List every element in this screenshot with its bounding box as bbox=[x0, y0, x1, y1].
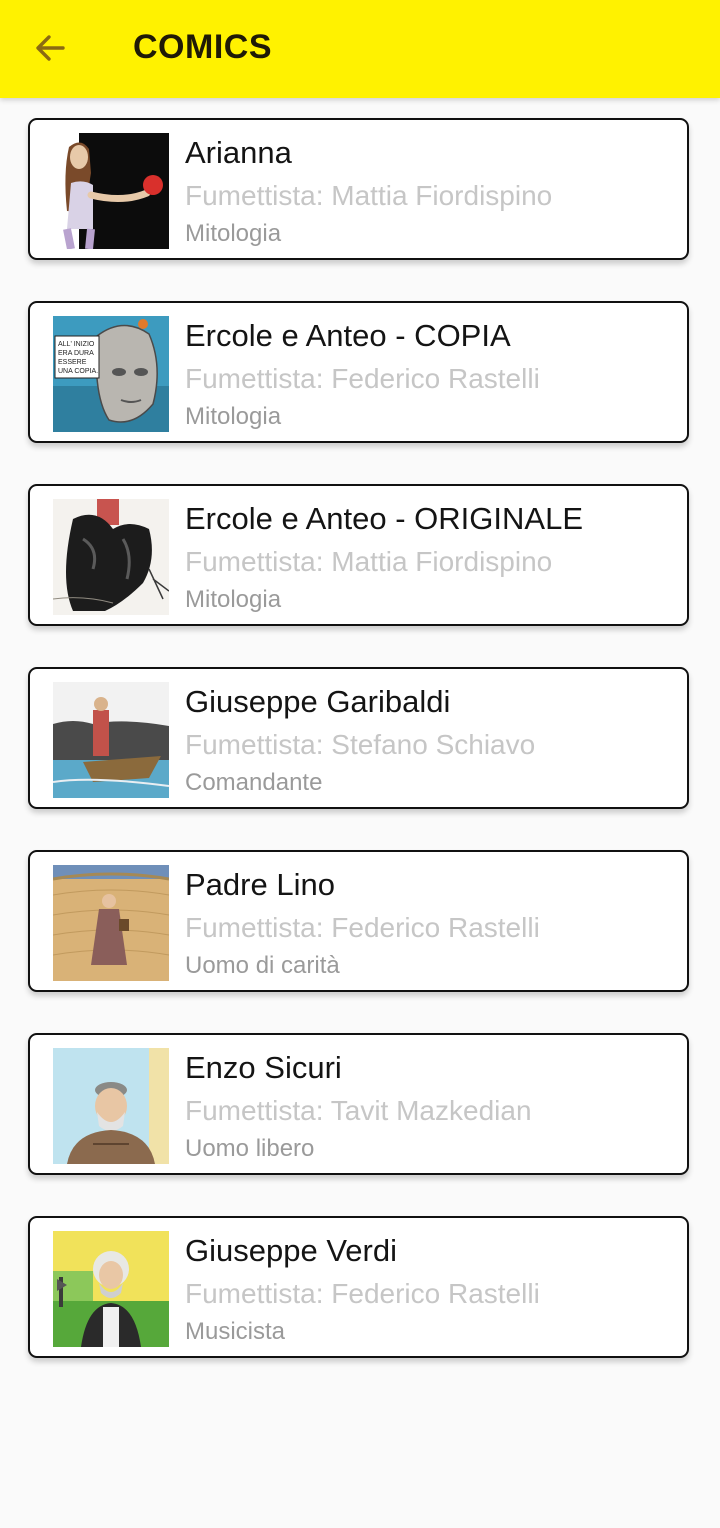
comic-thumbnail: ALL' INIZIO ERA DURA ESSERE UNA COPIA. bbox=[53, 316, 169, 432]
comic-title: Ercole e Anteo - ORIGINALE bbox=[185, 501, 584, 536]
comic-category: Musicista bbox=[185, 1318, 286, 1345]
comic-thumbnail bbox=[53, 133, 169, 249]
comic-thumbnail bbox=[53, 499, 169, 615]
comic-card[interactable]: Giuseppe Garibaldi Fumettista: Stefano S… bbox=[28, 667, 689, 809]
comic-title: Ercole e Anteo - COPIA bbox=[185, 318, 511, 353]
comic-thumbnail bbox=[53, 682, 169, 798]
page-title: COMICS bbox=[133, 28, 272, 66]
comic-author: Fumettista: Mattia Fiordispino bbox=[185, 546, 553, 577]
comic-author: Fumettista: Mattia Fiordispino bbox=[185, 180, 553, 211]
comic-title: Giuseppe Verdi bbox=[185, 1233, 397, 1268]
comic-author: Fumettista: Federico Rastelli bbox=[185, 363, 540, 394]
arrow-left-icon bbox=[36, 35, 65, 61]
back-button[interactable] bbox=[22, 22, 78, 74]
comic-title: Enzo Sicuri bbox=[185, 1050, 342, 1085]
comic-thumbnail bbox=[53, 1231, 169, 1347]
comic-category: Uomo di carità bbox=[185, 952, 340, 979]
comic-author: Fumettista: Tavit Mazkedian bbox=[185, 1095, 532, 1126]
comic-card[interactable]: Giuseppe Verdi Fumettista: Federico Rast… bbox=[28, 1216, 689, 1358]
speech-bubble-line: ESSERE bbox=[58, 359, 87, 366]
comic-title: Giuseppe Garibaldi bbox=[185, 684, 451, 719]
comic-title: Arianna bbox=[185, 135, 292, 170]
comic-card[interactable]: Arianna Fumettista: Mattia Fiordispino M… bbox=[28, 118, 689, 260]
speech-bubble-line: ALL' INIZIO bbox=[58, 341, 95, 348]
comic-card[interactable]: ALL' INIZIO ERA DURA ESSERE UNA COPIA. E… bbox=[28, 301, 689, 443]
comic-author: Fumettista: Federico Rastelli bbox=[185, 1278, 540, 1309]
comic-author: Fumettista: Stefano Schiavo bbox=[185, 729, 536, 760]
comic-card[interactable]: Ercole e Anteo - ORIGINALE Fumettista: M… bbox=[28, 484, 689, 626]
comic-thumbnail bbox=[53, 865, 169, 981]
comic-category: Mitologia bbox=[185, 586, 282, 613]
comic-title: Padre Lino bbox=[185, 867, 335, 902]
comic-category: Comandante bbox=[185, 769, 323, 796]
comic-category: Mitologia bbox=[185, 220, 282, 247]
comic-author: Fumettista: Federico Rastelli bbox=[185, 912, 540, 943]
comic-card[interactable]: Padre Lino Fumettista: Federico Rastelli… bbox=[28, 850, 689, 992]
comic-category: Uomo libero bbox=[185, 1135, 315, 1162]
comic-card[interactable]: Enzo Sicuri Fumettista: Tavit Mazkedian … bbox=[28, 1033, 689, 1175]
app-bar: COMICS bbox=[0, 0, 720, 98]
comic-category: Mitologia bbox=[185, 403, 282, 430]
speech-bubble-line: UNA COPIA. bbox=[58, 368, 98, 375]
comic-thumbnail bbox=[53, 1048, 169, 1164]
speech-bubble-line: ERA DURA bbox=[58, 350, 94, 357]
